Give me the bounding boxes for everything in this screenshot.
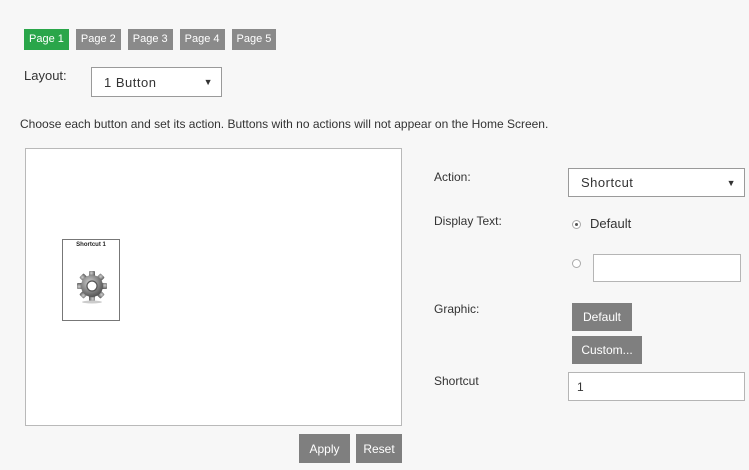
action-label: Action: (434, 170, 471, 184)
tab-page-5[interactable]: Page 5 (231, 29, 277, 50)
shortcut-tile[interactable]: Shortcut 1 (62, 239, 120, 321)
display-text-custom-input[interactable] (593, 254, 741, 282)
shortcut-tile-label: Shortcut 1 (76, 242, 106, 248)
display-text-label: Display Text: (434, 214, 502, 228)
reset-button[interactable]: Reset (356, 434, 402, 463)
graphic-default-button[interactable]: Default (572, 303, 632, 331)
instructions-text: Choose each button and set its action. B… (20, 117, 549, 131)
tab-page-3[interactable]: Page 3 (127, 29, 173, 50)
display-text-default-label: Default (590, 216, 632, 231)
action-select[interactable]: Shortcut ▼ (568, 168, 745, 197)
layout-select[interactable]: 1 Button ▼ (91, 67, 222, 97)
shortcut-label: Shortcut (434, 374, 479, 388)
tab-page-2[interactable]: Page 2 (75, 29, 121, 50)
display-text-custom-radio[interactable] (572, 259, 581, 268)
graphic-custom-button[interactable]: Custom... (572, 336, 642, 364)
gear-icon (77, 271, 107, 304)
tab-page-1[interactable]: Page 1 (24, 29, 69, 50)
layout-label: Layout: (24, 68, 67, 83)
chevron-down-icon: ▼ (203, 77, 213, 87)
apply-button[interactable]: Apply (299, 434, 350, 463)
layout-select-value: 1 Button (104, 74, 157, 90)
tab-page-4[interactable]: Page 4 (179, 29, 225, 50)
display-text-default-radio[interactable] (572, 220, 581, 229)
graphic-label: Graphic: (434, 302, 480, 316)
button-layout-preview: Shortcut 1 (25, 148, 402, 426)
action-select-value: Shortcut (581, 175, 634, 190)
shortcut-input[interactable]: 1 (568, 372, 745, 401)
page-tabs: Page 1 Page 2 Page 3 Page 4 Page 5 (24, 29, 277, 50)
chevron-down-icon: ▼ (726, 177, 736, 188)
